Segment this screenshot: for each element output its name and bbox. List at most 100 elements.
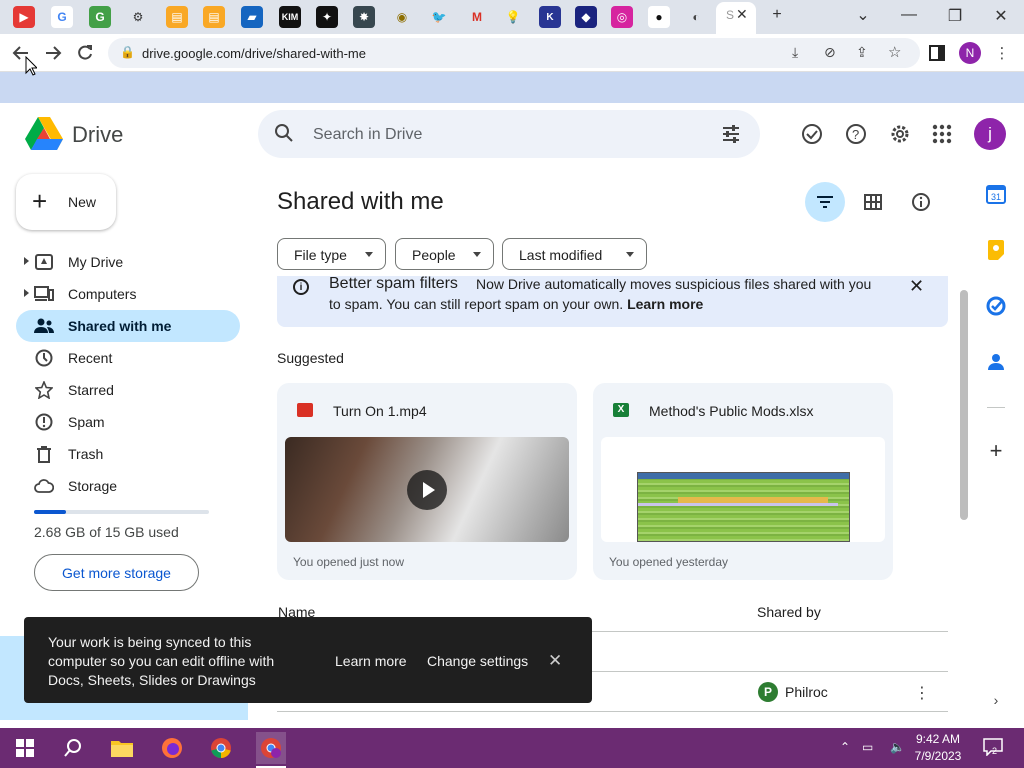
install-app-icon[interactable]: ⤓ bbox=[792, 44, 798, 61]
close-icon[interactable]: ✕ bbox=[548, 651, 562, 671]
close-tab-icon[interactable]: ✕ bbox=[736, 6, 748, 23]
sidebar-item-recent[interactable]: Recent bbox=[16, 342, 240, 374]
filter-view-button[interactable] bbox=[805, 182, 845, 222]
drive-search-bar[interactable]: Search in Drive bbox=[258, 110, 760, 158]
system-clock[interactable]: 9:42 AM 7/9/2023 bbox=[912, 731, 964, 765]
chrome-icon[interactable] bbox=[208, 736, 234, 760]
active-tab[interactable]: S ✕ bbox=[716, 2, 756, 34]
chevron-right-icon[interactable]: › bbox=[985, 689, 1007, 711]
windows-start-icon[interactable] bbox=[12, 736, 38, 760]
grammarly-tab-icon[interactable]: G bbox=[89, 6, 111, 28]
google-tab-icon[interactable]: G bbox=[51, 6, 73, 28]
sonic-tab-icon[interactable]: ◆ bbox=[575, 6, 597, 28]
twitter-tab-icon[interactable]: 🐦 bbox=[428, 6, 450, 28]
offline-sync-snackbar: Your work is being synced to this comput… bbox=[24, 617, 592, 703]
people-filter[interactable]: People bbox=[395, 238, 494, 270]
folder-tab-icon[interactable]: ▤ bbox=[166, 6, 188, 28]
side-panel-icon[interactable] bbox=[927, 43, 947, 63]
browser-menu-icon[interactable]: ⋮ bbox=[992, 43, 1012, 63]
puzzle-tab-icon[interactable]: ✦ bbox=[316, 6, 338, 28]
file-explorer-icon[interactable] bbox=[109, 736, 135, 760]
window-close-icon[interactable]: ✕ bbox=[990, 6, 1012, 26]
tasks-icon[interactable] bbox=[985, 295, 1007, 317]
expand-arrow-icon[interactable] bbox=[24, 289, 29, 297]
instagram-tab-icon[interactable]: ◎ bbox=[611, 6, 633, 28]
sidebar-item-my-drive[interactable]: My Drive bbox=[16, 246, 240, 278]
suggested-card-spreadsheet[interactable]: X Method's Public Mods.xlsx You opened y… bbox=[593, 383, 893, 580]
kim-tab-icon[interactable]: KIM bbox=[279, 6, 301, 28]
offline-ready-icon[interactable] bbox=[800, 122, 824, 146]
reload-icon[interactable] bbox=[75, 43, 95, 63]
file-type-filter[interactable]: File type bbox=[277, 238, 386, 270]
new-button[interactable]: + New bbox=[16, 174, 116, 230]
add-addon-icon[interactable]: + bbox=[985, 438, 1007, 463]
drive-app-name[interactable]: Drive bbox=[72, 122, 123, 148]
share-icon[interactable]: ⇪ bbox=[856, 44, 868, 61]
google-apps-icon[interactable] bbox=[930, 122, 954, 146]
grid-view-button[interactable] bbox=[853, 182, 893, 222]
play-icon[interactable] bbox=[407, 470, 447, 510]
address-bar[interactable]: 🔒 drive.google.com/drive/shared-with-me … bbox=[108, 38, 920, 68]
forward-icon[interactable] bbox=[43, 43, 63, 63]
firefox-icon[interactable] bbox=[159, 736, 185, 760]
shared-by-column-header[interactable]: Shared by bbox=[757, 604, 821, 620]
show-hidden-icons[interactable]: ⌃ bbox=[840, 740, 850, 754]
suggested-card-video[interactable]: Turn On 1.mp4 You opened just now bbox=[277, 383, 577, 580]
last-modified-filter[interactable]: Last modified bbox=[502, 238, 647, 270]
sidebar-item-starred[interactable]: Starred bbox=[16, 374, 240, 406]
drive-logo-icon[interactable] bbox=[25, 117, 63, 156]
url-text[interactable]: drive.google.com/drive/shared-with-me bbox=[142, 46, 366, 61]
sidebar-item-shared-with-me[interactable]: Shared with me bbox=[16, 310, 240, 342]
search-input[interactable]: Search in Drive bbox=[313, 126, 422, 144]
search-options-icon[interactable] bbox=[721, 124, 741, 149]
restore-icon[interactable]: ❐ bbox=[944, 6, 966, 26]
profile-avatar[interactable]: N bbox=[959, 42, 981, 64]
calendar-icon[interactable]: 31 bbox=[985, 183, 1007, 205]
youtube-tab-icon[interactable]: ▶ bbox=[13, 6, 35, 28]
sidebar-item-trash[interactable]: Trash bbox=[16, 438, 240, 470]
account-avatar[interactable]: j bbox=[974, 118, 1006, 150]
search-icon[interactable] bbox=[60, 736, 86, 760]
app-tab-icon[interactable]: ▰ bbox=[241, 6, 263, 28]
minimize-icon[interactable]: — bbox=[898, 6, 920, 24]
github-tab-icon[interactable]: ● bbox=[648, 6, 670, 28]
search-icon[interactable] bbox=[274, 123, 294, 148]
help-icon[interactable]: ? bbox=[844, 122, 868, 146]
chrome-profile-icon[interactable] bbox=[256, 732, 286, 764]
settings-icon[interactable] bbox=[888, 122, 912, 146]
more-actions-icon[interactable]: ⋮ bbox=[914, 683, 930, 703]
volume-icon[interactable]: 🔈 bbox=[890, 740, 905, 754]
spreadsheet-thumbnail[interactable] bbox=[601, 437, 885, 542]
tab-search-icon[interactable]: ⌄ bbox=[852, 5, 874, 25]
sidebar-item-computers[interactable]: Computers bbox=[16, 278, 240, 310]
close-icon[interactable]: ✕ bbox=[909, 276, 924, 297]
bulb-tab-icon[interactable]: 💡 bbox=[502, 6, 524, 28]
settings-tab-icon[interactable]: ⚙ bbox=[127, 6, 149, 28]
banner-learn-more-link[interactable]: Learn more bbox=[627, 296, 703, 312]
new-tab-icon[interactable]: + bbox=[766, 6, 788, 24]
contacts-icon[interactable] bbox=[985, 351, 1007, 373]
chrome-tab-icon[interactable]: ◐ bbox=[685, 6, 707, 28]
folder-tab-icon-2[interactable]: ▤ bbox=[203, 6, 225, 28]
gmail-tab-icon[interactable]: M bbox=[466, 6, 488, 28]
lock-icon[interactable]: 🔒 bbox=[120, 45, 135, 59]
card-meta: You opened just now bbox=[293, 555, 404, 569]
side-panel-divider bbox=[987, 407, 1005, 408]
sidebar-item-spam[interactable]: Spam bbox=[16, 406, 240, 438]
main-scrollbar[interactable] bbox=[960, 290, 968, 520]
snackbar-learn-more[interactable]: Learn more bbox=[335, 653, 407, 669]
circle-tab-icon[interactable]: ◉ bbox=[391, 6, 413, 28]
sidebar-item-storage[interactable]: Storage bbox=[16, 470, 240, 502]
game-tab-icon[interactable]: ✸ bbox=[353, 6, 375, 28]
keep-icon[interactable] bbox=[985, 239, 1007, 261]
details-button[interactable] bbox=[901, 182, 941, 222]
network-icon[interactable]: ▭ bbox=[862, 740, 873, 754]
bookmark-star-icon[interactable]: ☆ bbox=[888, 43, 901, 61]
tracking-icon[interactable]: ⊘ bbox=[824, 44, 836, 61]
get-more-storage-button[interactable]: Get more storage bbox=[34, 554, 199, 591]
notification-center-icon[interactable]: 2 bbox=[983, 738, 1003, 757]
expand-arrow-icon[interactable] bbox=[24, 257, 29, 265]
k-tab-icon[interactable]: K bbox=[539, 6, 561, 28]
video-thumbnail[interactable] bbox=[285, 437, 569, 542]
snackbar-change-settings[interactable]: Change settings bbox=[427, 653, 528, 669]
